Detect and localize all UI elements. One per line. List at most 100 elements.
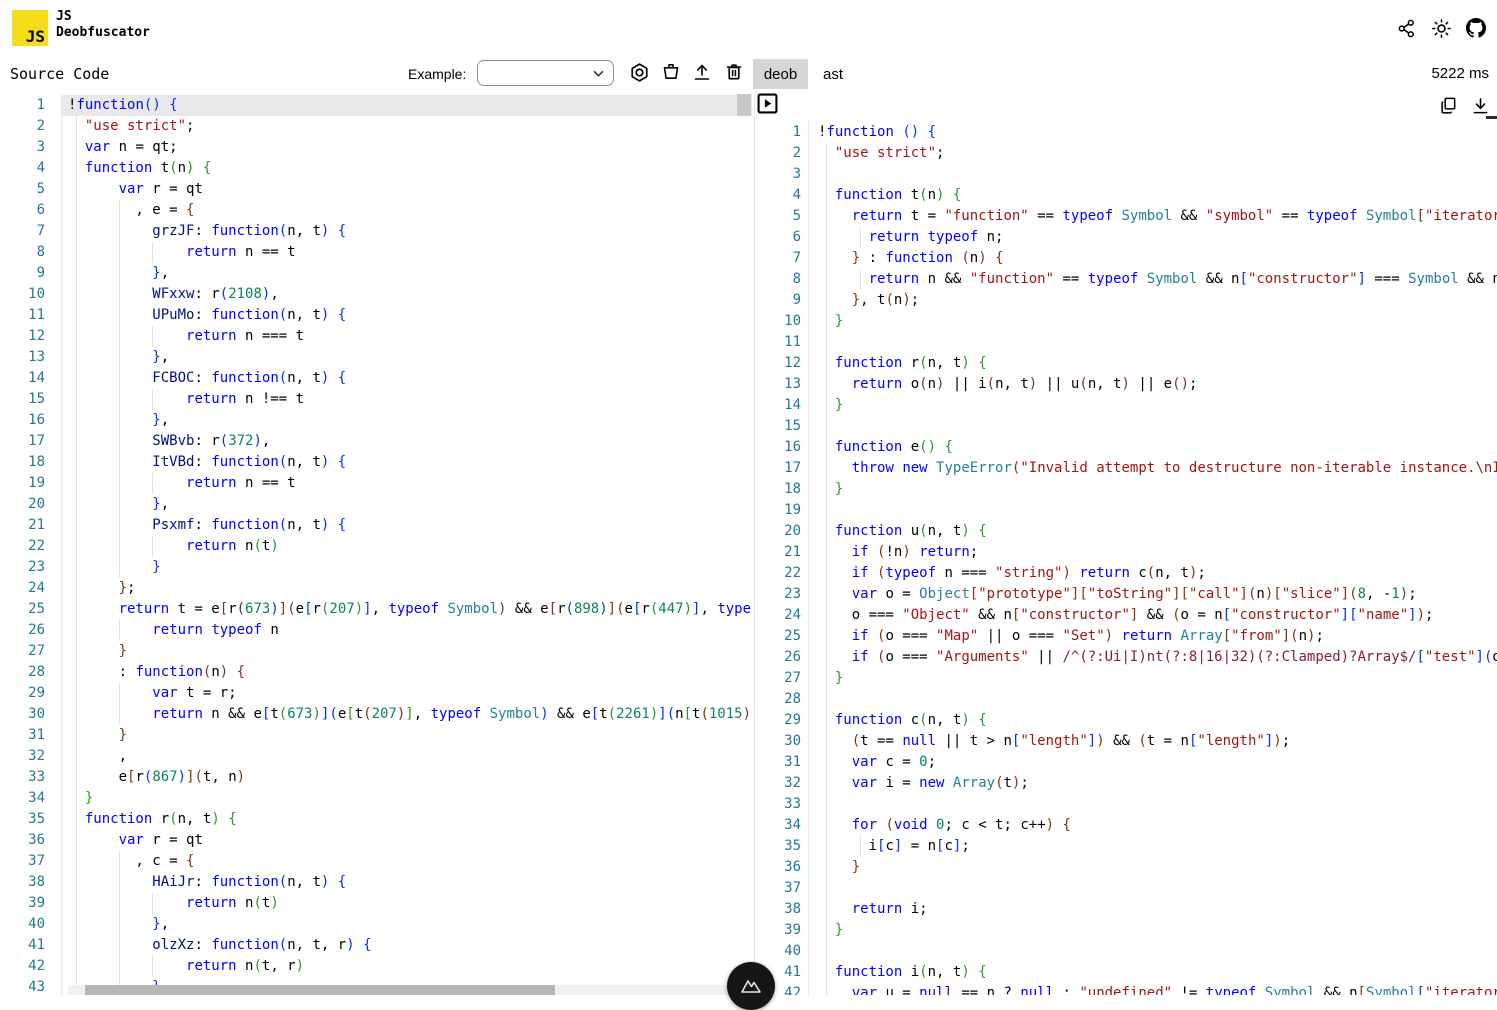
- line-number: 3: [775, 164, 801, 185]
- line-number: 23: [0, 557, 45, 578]
- code-text: }: [68, 557, 752, 578]
- code-line: 39 }: [775, 920, 1497, 941]
- line-number: 20: [0, 494, 45, 515]
- code-text: [818, 941, 1497, 962]
- code-text: return n == t: [68, 242, 752, 263]
- line-number: 38: [0, 872, 45, 893]
- app-title-line1: JS: [56, 9, 150, 25]
- code-text: HAiJr: function(n, t) {: [68, 872, 752, 893]
- line-number: 38: [775, 899, 801, 920]
- code-text: grzJF: function(n, t) {: [68, 221, 752, 242]
- code-line: 33 e[r(867)](t, n): [0, 767, 752, 788]
- source-code-label: Source Code: [10, 65, 109, 83]
- line-number: 1: [0, 95, 45, 116]
- code-text: return n == t: [68, 473, 752, 494]
- code-text: },: [68, 914, 752, 935]
- code-line: 17 SWBvb: r(372),: [0, 431, 752, 452]
- upload-icon[interactable]: [691, 61, 713, 83]
- mountain-icon: [738, 973, 764, 999]
- copy-icon[interactable]: [1437, 94, 1459, 116]
- trash-icon[interactable]: [723, 61, 745, 83]
- example-select[interactable]: [477, 60, 614, 86]
- code-line: 2 "use strict";: [0, 116, 752, 137]
- tab-ast[interactable]: ast: [808, 59, 858, 89]
- code-line: 8 return n == t: [0, 242, 752, 263]
- code-line: 12 return n === t: [0, 326, 752, 347]
- code-text: ,: [68, 746, 752, 767]
- line-number: 1: [775, 122, 801, 143]
- line-number: 42: [775, 983, 801, 995]
- line-number: 33: [775, 794, 801, 815]
- download-icon[interactable]: [1469, 94, 1491, 116]
- code-line: 40: [775, 941, 1497, 962]
- code-text: [818, 416, 1497, 437]
- code-line: 16 },: [0, 410, 752, 431]
- code-line: 34 for (void 0; c < t; c++) {: [775, 815, 1497, 836]
- code-line: 10 WFxxw: r(2108),: [0, 284, 752, 305]
- sun-icon[interactable]: [1430, 17, 1452, 39]
- play-icon[interactable]: [757, 93, 778, 114]
- widget-button[interactable]: [727, 962, 775, 1010]
- line-number: 2: [0, 116, 45, 137]
- code-line: 13 return o(n) || i(n, t) || u(n, t) || …: [775, 374, 1497, 395]
- line-number: 5: [0, 179, 45, 200]
- line-number: 29: [775, 710, 801, 731]
- line-number: 31: [0, 725, 45, 746]
- line-number: 7: [0, 221, 45, 242]
- app-logo-text: JS: [26, 30, 45, 44]
- code-text: function e() {: [818, 437, 1497, 458]
- line-number: 41: [775, 962, 801, 983]
- code-line: 34 }: [0, 788, 752, 809]
- code-text: var u = null == n ? null : "undefined" !…: [818, 983, 1497, 995]
- code-line: 30 return n && e[t(673)](e[t(207)], type…: [0, 704, 752, 725]
- github-icon[interactable]: [1465, 17, 1487, 39]
- code-line: 36 var r = qt: [0, 830, 752, 851]
- code-line: 4 function t(n) {: [0, 158, 752, 179]
- code-text: function t(n) {: [818, 185, 1497, 206]
- code-text: if (!n) return;: [818, 542, 1497, 563]
- line-number: 14: [0, 368, 45, 389]
- left-horizontal-scrollbar-thumb[interactable]: [85, 985, 555, 995]
- tab-deob[interactable]: deob: [753, 59, 808, 89]
- code-line: 42 var u = null == n ? null : "undefined…: [775, 983, 1497, 995]
- code-text: return n(t): [68, 536, 752, 557]
- line-number: 21: [775, 542, 801, 563]
- code-text: return n && e[t(673)](e[t(207)], typeof …: [68, 704, 752, 725]
- code-line: 18 ItVBd: function(n, t) {: [0, 452, 752, 473]
- code-line: 22 if (typeof n === "string") return c(n…: [775, 563, 1497, 584]
- line-number: 36: [0, 830, 45, 851]
- code-line: 35 i[c] = n[c];: [775, 836, 1497, 857]
- code-line: 16 function e() {: [775, 437, 1497, 458]
- gear-icon[interactable]: [628, 61, 650, 83]
- code-line: 24 };: [0, 578, 752, 599]
- line-number: 25: [0, 599, 45, 620]
- line-number: 3: [0, 137, 45, 158]
- app-title: JS Deobfuscator: [56, 9, 150, 41]
- code-line: 42 return n(t, r): [0, 956, 752, 977]
- code-line: 9 },: [0, 263, 752, 284]
- code-text: function r(n, t) {: [68, 809, 752, 830]
- code-line: 1!function() {: [0, 95, 752, 116]
- code-text: return n(t, r): [68, 956, 752, 977]
- code-line: 41 function i(n, t) {: [775, 962, 1497, 983]
- line-number: 28: [0, 662, 45, 683]
- line-number: 24: [775, 605, 801, 626]
- left-vertical-scrollbar-thumb[interactable]: [737, 94, 751, 116]
- paste-icon[interactable]: [660, 61, 682, 83]
- code-text: return n(t): [68, 893, 752, 914]
- line-number: 32: [775, 773, 801, 794]
- line-number: 15: [775, 416, 801, 437]
- code-line: 11: [775, 332, 1497, 353]
- right-scrollbar-indicator[interactable]: [1486, 116, 1497, 119]
- code-text: [818, 164, 1497, 185]
- code-text: var c = 0;: [818, 752, 1497, 773]
- line-number: 8: [775, 269, 801, 290]
- code-line: 6 , e = {: [0, 200, 752, 221]
- code-line: 14 FCBOC: function(n, t) {: [0, 368, 752, 389]
- output-editor[interactable]: 1!function () {2 "use strict";34 functio…: [775, 120, 1497, 995]
- share-icon[interactable]: [1395, 17, 1417, 39]
- source-editor[interactable]: 1!function() {2 "use strict";3 var n = q…: [0, 93, 752, 995]
- code-text: return n && "function" == typeof Symbol …: [818, 269, 1497, 290]
- line-number: 32: [0, 746, 45, 767]
- code-text: [818, 689, 1497, 710]
